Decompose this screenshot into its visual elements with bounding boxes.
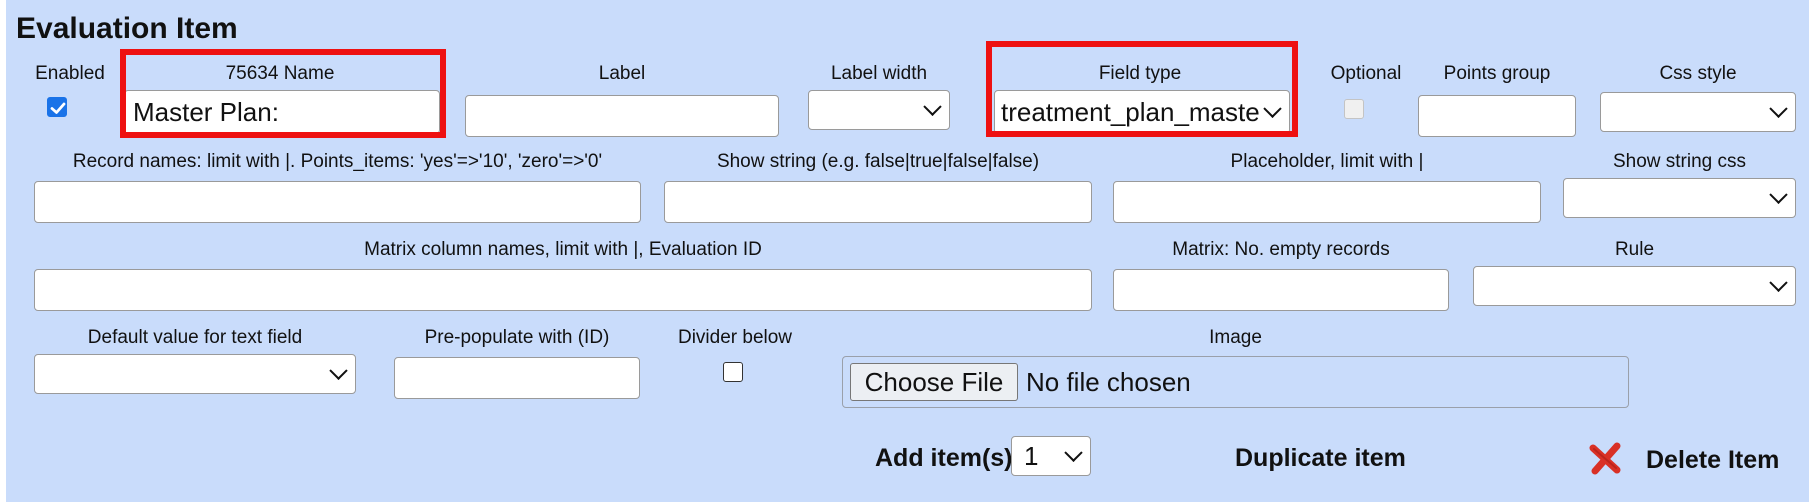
add-items-label: Add item(s) (875, 444, 1013, 472)
record-names-label: Record names: limit with |. Points_items… (72, 151, 603, 172)
enabled-label: Enabled (35, 63, 105, 84)
placeholder-label: Placeholder, limit with | (1230, 151, 1424, 172)
css-style-select[interactable] (1600, 92, 1796, 132)
label-label: Label (598, 63, 646, 84)
rule-label: Rule (1614, 239, 1655, 260)
record-names-input[interactable] (34, 181, 641, 223)
matrix-empty-label: Matrix: No. empty records (1172, 239, 1390, 260)
optional-label: Optional (1330, 63, 1402, 84)
prepopulate-label: Pre-populate with (ID) (424, 327, 610, 348)
rule-select[interactable] (1473, 266, 1796, 306)
divider-below-label: Divider below (677, 327, 793, 348)
label-input[interactable] (465, 95, 779, 137)
css-style-label: Css style (1659, 63, 1737, 84)
show-string-css-select[interactable] (1563, 178, 1796, 218)
chevron-down-icon (1769, 185, 1788, 204)
chevron-down-icon (329, 361, 348, 380)
chevron-down-icon (1769, 273, 1788, 292)
label-width-select[interactable] (808, 90, 950, 130)
show-string-css-label: Show string css (1612, 151, 1747, 172)
show-string-label: Show string (e.g. false|true|false|false… (716, 151, 1040, 172)
add-items-value: 1 (1024, 440, 1039, 471)
check-icon (50, 102, 66, 114)
no-file-chosen-text: No file chosen (1026, 367, 1191, 397)
points-group-label: Points group (1443, 63, 1551, 84)
matrix-columns-label: Matrix column names, limit with |, Evalu… (364, 239, 762, 260)
delete-x-icon[interactable] (1588, 440, 1624, 476)
enabled-checkbox[interactable] (47, 97, 67, 117)
placeholder-input[interactable] (1113, 181, 1541, 223)
label-width-label: Label width (830, 63, 928, 84)
show-string-input[interactable] (664, 181, 1092, 223)
section-title: Evaluation Item (16, 12, 238, 45)
divider-below-checkbox[interactable] (723, 362, 743, 382)
choose-file-button[interactable]: Choose File (850, 363, 1018, 401)
delete-item-button[interactable]: Delete Item (1646, 446, 1779, 475)
chevron-down-icon (1769, 99, 1788, 118)
points-group-input[interactable] (1418, 95, 1576, 137)
image-label: Image (1209, 327, 1262, 348)
default-value-select[interactable] (34, 354, 356, 394)
field-type-highlight-box (986, 41, 1298, 137)
add-items-select[interactable]: 1 (1011, 436, 1091, 476)
prepopulate-input[interactable] (394, 357, 640, 399)
default-value-label: Default value for text field (87, 327, 303, 348)
matrix-empty-input[interactable] (1113, 269, 1449, 311)
name-highlight-box (120, 49, 446, 138)
matrix-columns-input[interactable] (34, 269, 1092, 311)
duplicate-item-button[interactable]: Duplicate item (1235, 444, 1406, 473)
optional-checkbox[interactable] (1344, 99, 1364, 119)
chevron-down-icon (923, 97, 942, 116)
chevron-down-icon (1064, 443, 1083, 462)
